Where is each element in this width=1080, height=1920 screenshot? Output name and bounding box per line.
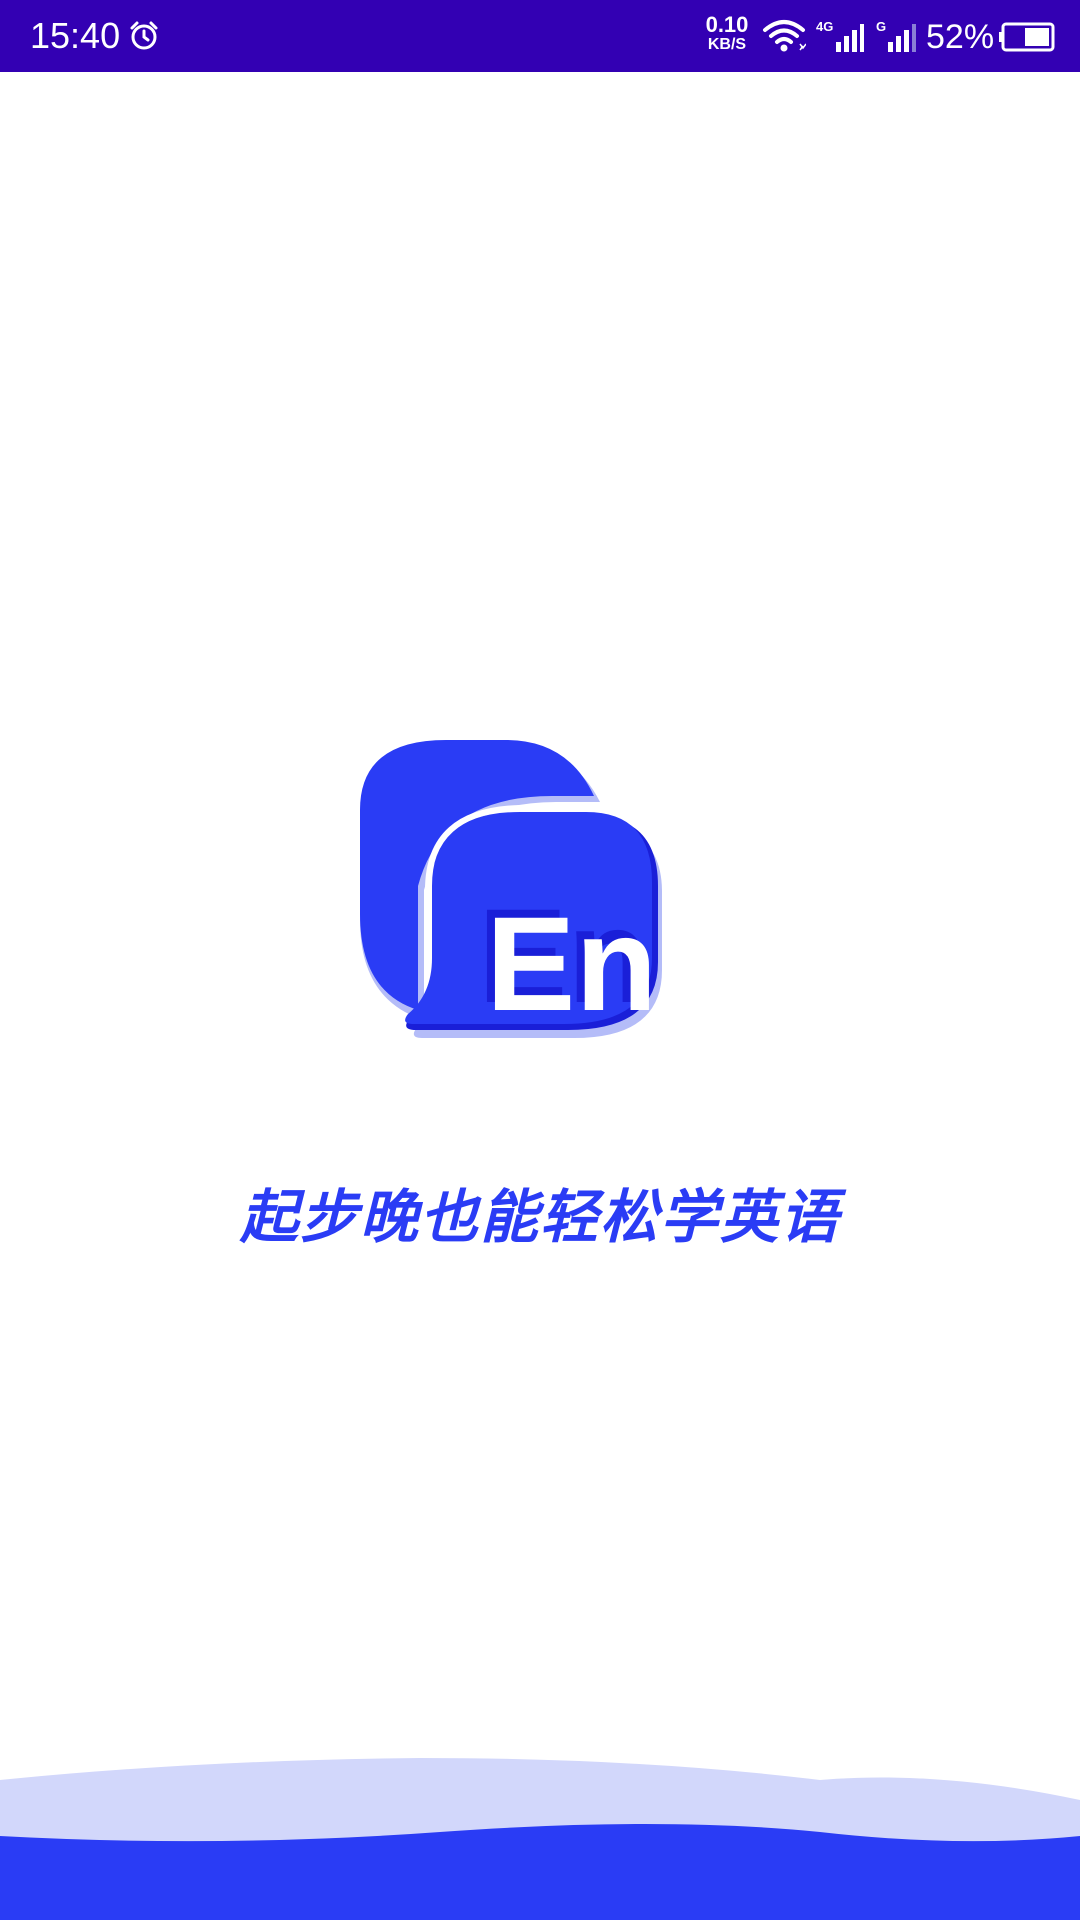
signal2-label: G bbox=[876, 19, 886, 34]
battery-percent: 52% bbox=[926, 18, 995, 56]
network-speed: 0.10 KB/S bbox=[700, 14, 754, 54]
status-time: 15:40 bbox=[30, 15, 121, 56]
wifi-icon bbox=[763, 20, 806, 52]
network-speed-unit: KB/S bbox=[707, 36, 747, 53]
app-tagline: 起步晚也能轻松学英语 bbox=[239, 1183, 840, 1251]
network-speed-value: 0.10 bbox=[705, 12, 749, 37]
battery-icon bbox=[999, 22, 1055, 52]
splash-screen: 15:40 0.10 KB/S 4G G 52% En En 起步晚也能轻松学英… bbox=[0, 0, 1080, 1920]
signal1-label: 4G bbox=[816, 19, 833, 34]
bottom-wave-decoration bbox=[0, 1758, 1080, 1920]
speech-bubble-logo: En En bbox=[360, 740, 662, 1039]
alarm-clock-icon bbox=[130, 21, 158, 50]
status-bar: 15:40 0.10 KB/S 4G G 52% bbox=[0, 0, 1080, 72]
cell-signal-4g-icon: 4G bbox=[816, 19, 864, 52]
logo-text: En bbox=[486, 890, 657, 1039]
cell-signal-g-icon: G bbox=[876, 19, 916, 52]
